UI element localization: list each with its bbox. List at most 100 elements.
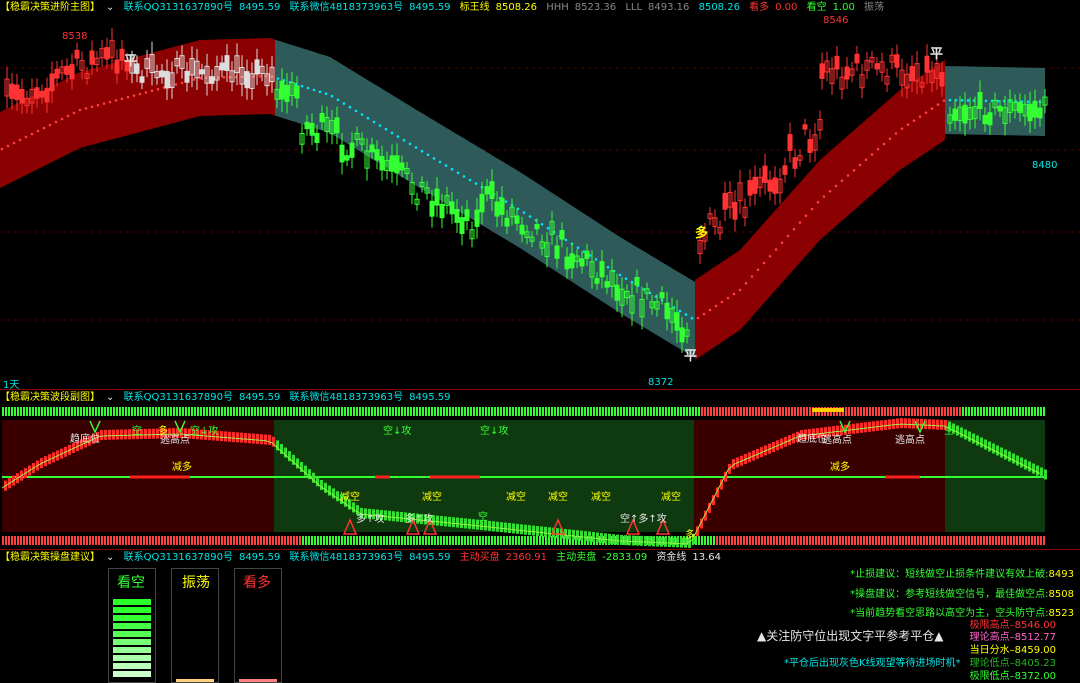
main-wx: 联系微信4818373963号 <box>289 2 404 13</box>
wave-bar <box>580 530 583 541</box>
wave-tick-bottom <box>413 536 415 545</box>
ops-title[interactable]: 【稳霸决策操盘建议】 <box>0 552 100 563</box>
ops-wx-val: 8495.59 <box>409 552 451 563</box>
midline-dot <box>468 178 472 182</box>
candle-body <box>519 224 525 235</box>
wave-bar <box>264 434 267 445</box>
wave-tick-bottom <box>335 536 337 545</box>
wave-tick-bottom <box>440 536 442 545</box>
midline-dot <box>732 292 736 296</box>
wave-tick-bottom <box>230 536 232 545</box>
wave-tick-bottom <box>833 536 835 545</box>
main-chart-pane[interactable]: 【稳霸决策进阶主图】 ⌄ 联系QQ3131637890号 8495.59 联系微信4… <box>0 0 1080 391</box>
wave-tick-top <box>572 407 574 416</box>
candle-body <box>44 87 50 103</box>
wave-tick-top <box>794 407 796 416</box>
candle-body <box>9 83 15 99</box>
wave-tick-top <box>974 407 976 416</box>
wave-tick-top <box>104 407 106 416</box>
wave-tick-top <box>566 407 568 416</box>
wave-tick-bottom <box>830 536 832 545</box>
wave-bar <box>956 425 959 436</box>
midline-dot <box>474 182 478 185</box>
wave-bar <box>1036 465 1039 476</box>
candle-body <box>19 88 25 104</box>
wave-bar <box>456 517 459 528</box>
wave-tick-bottom <box>974 536 976 545</box>
wave-tick-bottom <box>206 536 208 545</box>
wave-tick-top <box>593 407 595 416</box>
wave-tick-top <box>1037 407 1039 416</box>
wave-tick-bottom <box>479 536 481 545</box>
chevron-down-icon[interactable]: ⌄ <box>106 552 114 563</box>
wave-tick-bottom <box>293 536 295 545</box>
wave-marker <box>812 408 844 412</box>
wave-bar <box>636 535 639 546</box>
midline-dot <box>906 123 910 126</box>
wave-annot: 减空 <box>661 492 681 503</box>
wave-tick-top <box>893 407 895 416</box>
midline-dot <box>816 200 820 204</box>
wave-tick-top <box>749 407 751 416</box>
wave-chart-pane[interactable]: 【稳霸决策波段副图】 ⌄ 联系QQ3131637890号 8495.59 联系微信4… <box>0 389 1080 550</box>
candle-body <box>219 62 225 71</box>
candle-body <box>284 84 290 102</box>
chevron-down-icon[interactable]: ⌄ <box>106 392 114 403</box>
wave-tick-top <box>248 407 250 416</box>
wave-tick-bottom <box>476 536 478 545</box>
wave-annot: 多↑攻 <box>356 514 385 525</box>
wave-annot: 减空 <box>591 492 611 503</box>
wave-tick-top <box>542 407 544 416</box>
candle-body <box>909 66 915 82</box>
wave-tick-bottom <box>257 536 259 545</box>
wave-bar <box>664 536 667 547</box>
wave-bar <box>260 434 263 445</box>
wave-tick-bottom <box>725 536 727 545</box>
wave-tick-bottom <box>854 536 856 545</box>
wave-bar <box>608 533 611 544</box>
midline-dot <box>750 275 754 278</box>
wave-tick-top <box>407 407 409 416</box>
wave-tick-top <box>707 407 709 416</box>
meter-kankong-level <box>113 623 151 629</box>
wave-tick-top <box>32 407 34 416</box>
low-label: 8372 <box>648 377 674 388</box>
wave-tick-top <box>452 407 454 416</box>
wave-tick-top <box>29 407 31 416</box>
midline-dot <box>762 261 766 265</box>
wave-tick-bottom <box>146 536 148 545</box>
midline-dot <box>138 92 142 96</box>
wave-tick-bottom <box>731 536 733 545</box>
midline-dot <box>324 92 328 96</box>
wave-tick-top <box>1025 407 1027 416</box>
wave-tick-bottom <box>182 536 184 545</box>
wave-bar <box>244 432 247 443</box>
wave-tick-top <box>683 407 685 416</box>
wave-tick-top <box>302 407 304 416</box>
wave-tick-top <box>173 407 175 416</box>
wave-tick-top <box>350 407 352 416</box>
candle-body <box>184 70 190 83</box>
wave-tick-bottom <box>779 536 781 545</box>
kankong-label: 看空 <box>806 2 827 13</box>
wave-bar <box>540 526 543 537</box>
main-title[interactable]: 【稳霸决策进阶主图】 <box>0 2 100 13</box>
wave-bar <box>1032 463 1035 474</box>
wave-tick-top <box>641 407 643 416</box>
wave-title[interactable]: 【稳霸决策波段副图】 <box>0 392 100 403</box>
wave-tick-bottom <box>473 536 475 545</box>
wave-tick-bottom <box>341 536 343 545</box>
wave-tick-bottom <box>947 536 949 545</box>
wave-tick-top <box>242 407 244 416</box>
wave-tick-top <box>224 407 226 416</box>
sell-label: 主动卖盘 <box>556 552 597 563</box>
wave-tick-top <box>533 407 535 416</box>
wave-tick-bottom <box>713 536 715 545</box>
wave-tick-top <box>596 407 598 416</box>
chevron-down-icon[interactable]: ⌄ <box>106 2 114 13</box>
wave-bar <box>472 519 475 530</box>
wave-bar <box>336 491 339 502</box>
wave-tick-top <box>8 407 10 416</box>
wave-bar <box>572 529 575 540</box>
wave-tick-top <box>761 407 763 416</box>
